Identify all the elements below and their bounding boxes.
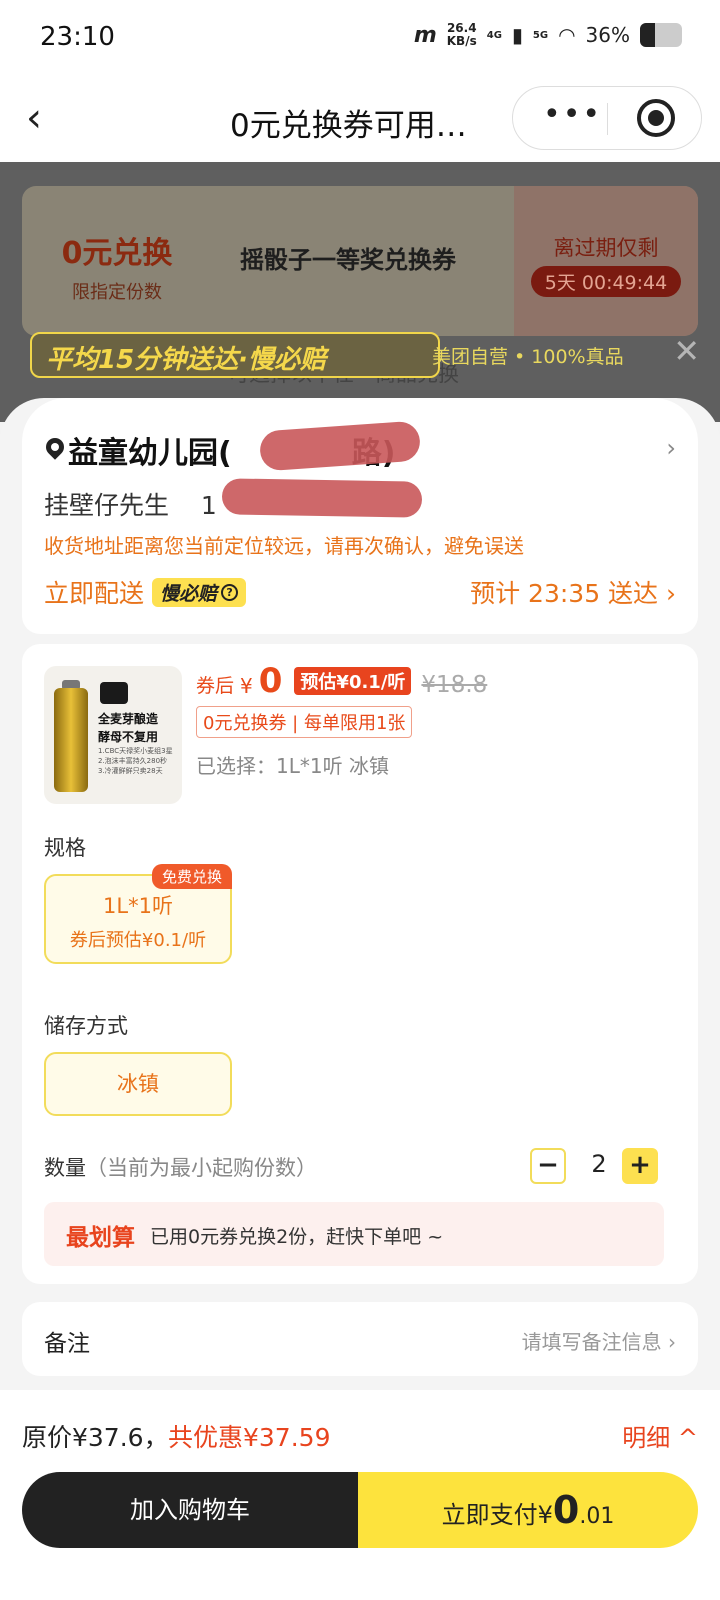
spec-option-sub: 券后预估¥0.1/听: [69, 930, 207, 951]
checkout-bar: 原价¥37.6， 共优惠¥37.59 明细 ^ 加入购物车 立即支付¥0.01: [0, 1390, 720, 1600]
total-discount: 共优惠¥37.59: [168, 1423, 331, 1452]
storage-label: 储存方式: [44, 1014, 128, 1038]
product-image: 全麦芽酿造 酵母不复用 1.CBC天禄奖小麦组3星 2.泡沫丰富持久280秒 3…: [44, 666, 182, 804]
price-detail-toggle[interactable]: 明细 ^: [622, 1418, 698, 1453]
selected-spec: 已选择：1L*1听 冰镇: [196, 754, 389, 778]
quantity-hint: （当前为最小起购份数）: [86, 1156, 317, 1180]
signal-bars-icon: ▮: [511, 23, 523, 47]
app-logo-icon: m: [413, 22, 437, 48]
address-contact: 挂壁仔先生 1: [44, 491, 217, 520]
address-card[interactable]: 益童幼儿园(路) › 挂壁仔先生 1 收货地址距离您当前定位较远，请再次确认，避…: [22, 398, 698, 634]
note-row[interactable]: 备注 请填写备注信息 ›: [22, 1302, 698, 1376]
page-title: 0元兑换券可用…: [230, 108, 467, 144]
coupon-name: 摇骰子一等奖兑换券: [240, 246, 456, 274]
battery-percent: 36%: [585, 23, 630, 47]
price-currency: ¥: [240, 674, 253, 698]
expire-timer: 5天 00:49:44: [530, 266, 682, 297]
quantity-decrement-button[interactable]: −: [530, 1148, 566, 1184]
help-icon: ?: [221, 583, 239, 601]
price-estimate-badge: 预估¥0.1/听: [294, 667, 412, 695]
storage-option-label: 冰镇: [117, 1072, 159, 1096]
price-label: 券后: [196, 675, 235, 697]
miniapp-capsule: •••: [512, 86, 702, 150]
best-deal-text: 已用0元券兑换2份，赶快下单吧 ~: [150, 1226, 444, 1248]
back-icon[interactable]: ‹: [26, 98, 70, 142]
signal-5g-icon: 5G: [532, 29, 549, 41]
expire-label: 离过期仅剩: [553, 236, 659, 260]
delivery-mode: 立即配送 慢必赔?: [44, 574, 247, 610]
promo-banner: 平均15分钟送达·慢必赔: [30, 332, 440, 378]
note-label: 备注: [44, 1331, 90, 1357]
slow-compensation-badge[interactable]: 慢必赔?: [152, 577, 247, 607]
spec-option[interactable]: 1L*1听 券后预估¥0.1/听 免费兑换: [44, 864, 232, 964]
dim-overlay[interactable]: 0元兑换 限指定份数 摇骰子一等奖兑换券 离过期仅剩 5天 00:49:44 可…: [0, 162, 720, 422]
status-icons: m 26.4 KB/s 4G ▮ 5G ◠ 36%: [414, 22, 682, 48]
location-pin-icon: [42, 434, 68, 460]
chevron-right-icon: ›: [666, 434, 676, 462]
beer-can-illustration: [54, 688, 88, 792]
best-deal-banner: 最划算 已用0元券兑换2份，赶快下单吧 ~: [44, 1202, 664, 1266]
price-row: 券后 ¥ 0 预估¥0.1/听 ¥18.8: [196, 664, 487, 698]
close-icon[interactable]: ✕: [673, 332, 700, 370]
storage-option[interactable]: 冰镇: [44, 1052, 232, 1116]
promo-sub: 美团自营 • 100%真品: [432, 346, 624, 368]
redaction-mark: [221, 478, 423, 518]
product-card: 全麦芽酿造 酵母不复用 1.CBC天禄奖小麦组3星 2.泡沫丰富持久280秒 3…: [22, 644, 698, 1284]
close-miniapp-icon[interactable]: [637, 99, 675, 137]
coupon-tag: 0元兑换券 | 每单限用1张: [196, 706, 413, 738]
nav-bar: ‹ 0元兑换券可用… •••: [0, 80, 720, 162]
price-value: 0: [258, 661, 283, 701]
coupon-expire-block: 离过期仅剩 5天 00:49:44: [514, 186, 698, 336]
coupon-amount: 0元兑换: [61, 236, 173, 271]
battery-icon: [640, 23, 682, 47]
spec-option-label: 1L*1听: [103, 894, 173, 918]
quantity-value[interactable]: 2: [584, 1150, 614, 1178]
original-price: ¥18.8: [421, 672, 488, 698]
brand-logo-icon: [100, 682, 128, 704]
image-fineprint: 1.CBC天禄奖小麦组3星 2.泡沫丰富持久280秒 3.冷灌鲜鲜只卖28天: [98, 747, 173, 775]
image-tagline-2: 酵母不复用: [98, 730, 159, 744]
best-deal-title: 最划算: [66, 1225, 135, 1251]
status-time: 23:10: [40, 22, 115, 52]
net-speed: 26.4 KB/s: [446, 21, 477, 48]
promo-text: 平均15分钟送达·慢必赔: [46, 345, 327, 375]
coupon-amount-block: 0元兑换 限指定份数: [22, 186, 212, 336]
quantity-increment-button[interactable]: +: [622, 1148, 658, 1184]
add-to-cart-button[interactable]: 加入购物车: [22, 1472, 358, 1548]
wifi-icon: ◠: [558, 23, 576, 47]
capsule-divider: [607, 103, 608, 135]
note-placeholder: 请填写备注信息 ›: [521, 1330, 676, 1354]
delivery-eta[interactable]: 预计 23:35 送达 ›: [470, 574, 676, 610]
signal-4g-icon: 4G: [486, 29, 502, 41]
quantity-label: 数量（当前为最小起购份数）: [44, 1156, 317, 1180]
status-bar: 23:10 m 26.4 KB/s 4G ▮ 5G ◠ 36%: [0, 0, 720, 80]
pay-now-button[interactable]: 立即支付¥0.01: [358, 1472, 698, 1548]
address-warning: 收货地址距离您当前定位较远，请再次确认，避免误送: [44, 534, 524, 558]
original-total: 原价¥37.6，: [22, 1423, 169, 1452]
coupon-limit: 限指定份数: [72, 282, 162, 303]
spec-label: 规格: [44, 836, 86, 860]
image-tagline-1: 全麦芽酿造: [98, 712, 159, 726]
coupon-card: 0元兑换 限指定份数 摇骰子一等奖兑换券 离过期仅剩 5天 00:49:44: [22, 186, 698, 336]
more-icon[interactable]: •••: [543, 97, 602, 132]
free-exchange-badge: 免费兑换: [151, 864, 232, 889]
